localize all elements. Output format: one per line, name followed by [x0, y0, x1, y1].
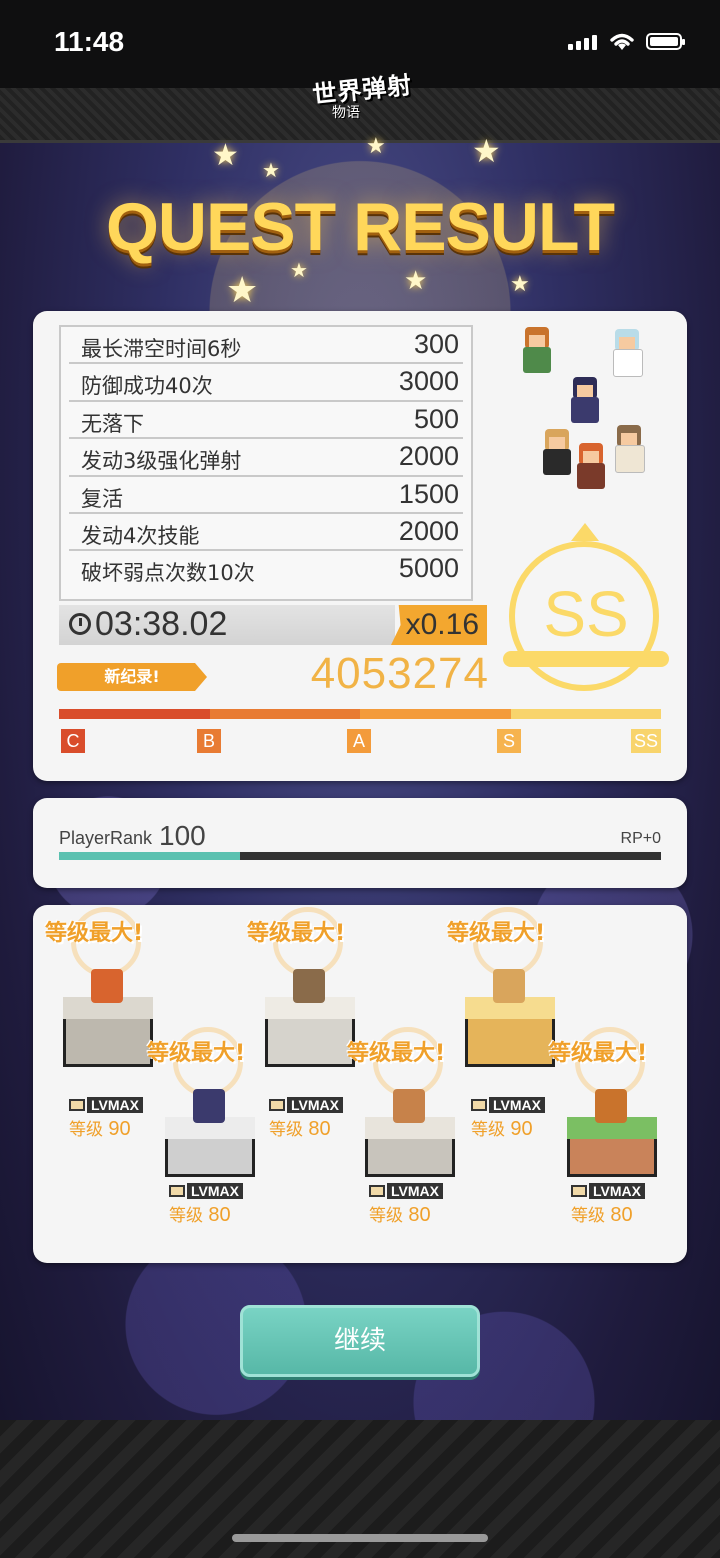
rank-tick-b: B: [197, 729, 221, 753]
unit-level-card: 等级最大! LVMAX 等级 90 等级最大! LVMAX 等级 80 等级最大…: [33, 905, 687, 1263]
character-sprite: [607, 327, 647, 379]
unit-level: 等级 80: [571, 1204, 633, 1226]
mission-label: 防御成功40次: [81, 374, 213, 399]
mission-value: 1500: [398, 478, 459, 509]
rank-points: RP+0: [620, 830, 661, 847]
player-rank-progress-fill: [59, 852, 240, 860]
star-icon: ★: [366, 134, 386, 159]
mission-list: 最长滞空时间6秒 300 防御成功40次 3000 无落下 500 发动3级强化弹射 2…: [59, 325, 473, 601]
lvmax-badge: LVMAX: [369, 1183, 443, 1199]
level-max-label: 等级最大!: [247, 921, 346, 946]
total-score: 4053274: [310, 649, 489, 698]
mission-value: 300: [413, 329, 459, 359]
clear-timer: 03:38.02: [59, 605, 395, 645]
lvmax-badge: LVMAX: [169, 1183, 243, 1199]
wifi-icon: [610, 33, 634, 50]
character-sprite: [571, 441, 611, 493]
rank-badge: SS: [503, 523, 669, 693]
mission-label: 破坏弱点次数10次: [81, 561, 255, 586]
mission-value: 500: [413, 403, 459, 434]
logo-text: 世界弹射: [311, 70, 414, 110]
timer-value: 03:38.02: [95, 605, 228, 643]
unit-level: 等级 90: [471, 1118, 533, 1140]
player-rank-progress: [59, 852, 661, 860]
level-max-label: 等级最大!: [447, 921, 546, 946]
battery-icon: [646, 33, 685, 50]
mission-label: 发动3级强化弹射: [81, 449, 242, 474]
game-logo: 世界弹射 物语: [292, 58, 432, 128]
lvmax-badge: LVMAX: [571, 1183, 645, 1199]
unit-sprite: [493, 969, 525, 1003]
player-rank-card: PlayerRank 100 RP+0: [33, 798, 687, 888]
party-sprites: [499, 311, 687, 511]
lvmax-badge: LVMAX: [269, 1097, 343, 1113]
level-max-label: 等级最大!: [549, 1041, 648, 1066]
character-sprite: [565, 375, 605, 427]
mission-row: 破坏弱点次数10次 5000: [69, 551, 463, 588]
score-multiplier: x0.16: [391, 605, 487, 645]
home-indicator[interactable]: [232, 1534, 488, 1542]
mission-row: 复活 1500: [69, 477, 463, 514]
unit-level: 等级 80: [169, 1204, 231, 1226]
mission-row: 无落下 500: [69, 402, 463, 440]
cellular-signal-icon: [568, 34, 600, 50]
rank-progress-bar: [59, 709, 661, 719]
star-icon: ★: [404, 266, 428, 296]
player-rank-label: PlayerRank: [59, 828, 153, 848]
unit-sprite: [595, 1089, 627, 1123]
rank-tick-s: S: [497, 729, 521, 753]
mission-row: 最长滞空时间6秒 300: [69, 327, 463, 365]
star-icon: ★: [212, 138, 239, 173]
star-icon: ★: [472, 132, 501, 170]
mission-value: 5000: [398, 553, 459, 584]
mission-value: 3000: [398, 366, 459, 397]
level-max-label: 等级最大!: [45, 921, 144, 946]
lvmax-badge: LVMAX: [471, 1097, 545, 1113]
rank-badge-letters: SS: [543, 578, 629, 650]
mission-label: 无落下: [81, 411, 144, 436]
unit-sprite: [193, 1089, 225, 1123]
continue-button[interactable]: 继续: [240, 1305, 480, 1377]
mission-label: 发动4次技能: [81, 523, 200, 548]
unit-sprite: [293, 969, 325, 1003]
unit-level: 等级 80: [269, 1118, 331, 1140]
logo-subtext: 物语: [332, 105, 360, 121]
new-record-badge: 新纪录!: [57, 663, 207, 691]
unit-slot: 等级最大!: [549, 1027, 671, 1195]
unit-slot: 等级最大!: [347, 1027, 469, 1195]
player-rank-value: 100: [159, 820, 206, 851]
multiplier-value: x0.16: [405, 608, 479, 641]
unit-sprite: [91, 969, 123, 1003]
star-icon: ★: [262, 158, 280, 182]
star-icon: ★: [510, 272, 530, 297]
result-card: 最长滞空时间6秒 300 防御成功40次 3000 无落下 500 发动3级强化弹射 2…: [33, 311, 687, 781]
page-title: QUEST RESULT: [105, 189, 615, 265]
mission-value: 2000: [398, 515, 459, 546]
character-sprite: [609, 423, 649, 475]
mission-label: 复活: [81, 486, 123, 511]
rank-tick-ss: SS: [631, 729, 661, 753]
star-icon: ★: [226, 270, 259, 311]
mission-value: 2000: [398, 441, 459, 472]
unit-level: 等级 90: [69, 1118, 131, 1140]
rank-tick-a: A: [347, 729, 371, 753]
mission-row: 发动3级强化弹射 2000: [69, 439, 463, 477]
mission-row: 发动4次技能 2000: [69, 514, 463, 552]
unit-slot: 等级最大!: [147, 1027, 269, 1195]
status-time: 11:48: [54, 26, 125, 57]
rank-tick-c: C: [61, 729, 85, 753]
stopwatch-icon: [69, 613, 91, 635]
unit-sprite: [393, 1089, 425, 1123]
mission-label: 最长滞空时间6秒: [81, 337, 242, 361]
mission-row: 防御成功40次 3000: [69, 364, 463, 402]
character-sprite: [517, 325, 557, 377]
unit-level: 等级 80: [369, 1204, 431, 1226]
lvmax-badge: LVMAX: [69, 1097, 143, 1113]
